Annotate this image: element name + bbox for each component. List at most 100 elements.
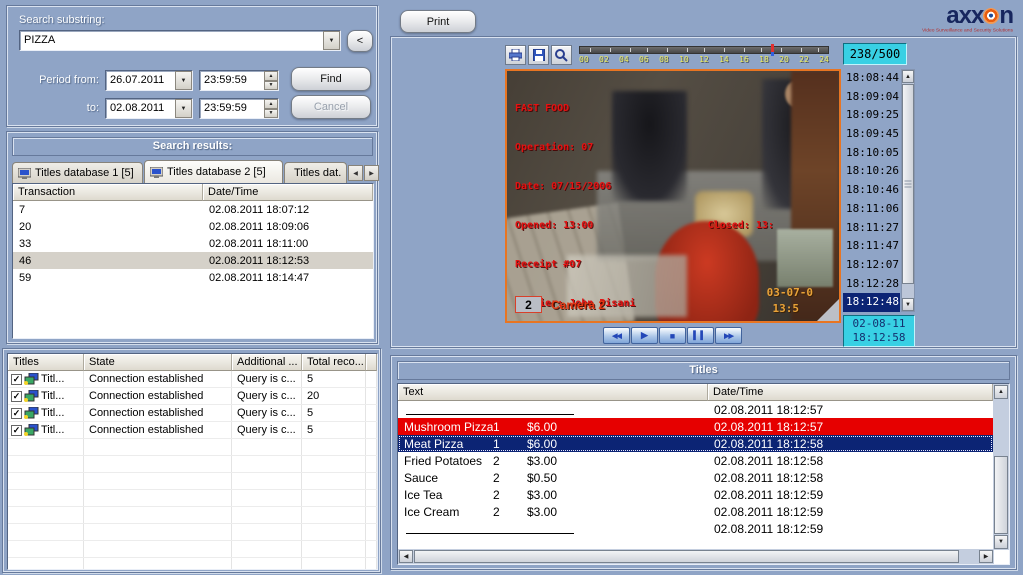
timestamp-item[interactable]: 18:08:44 [843,69,900,88]
spin-down-icon[interactable]: ▼ [264,81,278,91]
play-button[interactable]: ▶ [631,327,658,344]
scrollbar-thumb[interactable] [414,550,959,563]
cell-datetime: 02.08.2011 18:12:59 [708,488,993,502]
timestamp-item[interactable]: 18:10:05 [843,144,900,163]
pause-icon: ▍▍ [693,331,707,340]
titles-horizontal-scrollbar[interactable]: ◀ ▶ [398,549,994,564]
dropdown-button[interactable]: ▼ [175,71,192,90]
scroll-down-button[interactable]: ▼ [902,298,914,311]
rewind-button[interactable]: ◀◀ [603,327,630,344]
stop-button[interactable]: ■ [659,327,686,344]
tab-scroll-left-button[interactable]: ◀ [348,165,363,181]
checkbox-checked[interactable]: ✓ [11,391,22,402]
save-frame-button[interactable] [528,45,549,65]
history-back-button[interactable]: < [347,30,373,52]
table-row[interactable]: ✓Titl... Connection established Query is… [8,422,377,439]
search-substring-value[interactable]: PIZZA [20,31,323,50]
dropdown-button[interactable]: ▼ [175,99,192,118]
tab-titles-database-1[interactable]: Titles database 1 [5] [12,162,143,183]
spin-up-icon[interactable]: ▲ [264,71,278,81]
tab-titles-database-2[interactable]: Titles database 2 [5] [144,160,283,183]
table-row-selected[interactable]: 4602.08.2011 18:12:53 [13,252,373,269]
column-header-state[interactable]: State [84,354,232,371]
timeline-ruler[interactable]: 00020406081012141618202224 [579,46,829,64]
column-header-transaction[interactable]: Transaction [13,184,203,201]
from-time-value[interactable]: 23:59:59 [200,71,264,90]
tab-scroll-right-button[interactable]: ▶ [364,165,379,181]
title-row-selected[interactable]: Meat Pizza1$6.00 02.08.2011 18:12:58 [398,435,993,452]
table-row[interactable]: 5902.08.2011 18:14:47 [13,269,373,286]
from-date-picker[interactable]: 26.07.2011 ▼ [105,70,193,91]
checkbox-checked[interactable]: ✓ [11,408,22,419]
scroll-down-button[interactable]: ▼ [994,535,1008,549]
to-date-picker[interactable]: 02.08.2011 ▼ [105,98,193,119]
timeline-position-marker[interactable] [771,44,774,52]
titles-vertical-scrollbar[interactable]: ▲ ▼ [993,384,1009,550]
print-button[interactable]: Print [400,10,476,33]
scroll-left-button[interactable]: ◀ [399,550,413,563]
dropdown-button[interactable]: ▼ [323,31,340,50]
scroll-up-button[interactable]: ▲ [994,385,1008,399]
column-header-datetime[interactable]: Date/Time [708,384,993,401]
fast-forward-button[interactable]: ▶▶ [715,327,742,344]
title-row[interactable]: 02.08.2011 18:12:59 [398,520,993,537]
tab-titles-database-3[interactable]: Titles dat. [284,162,347,183]
table-row[interactable]: ✓Titl... Connection established Query is… [8,371,377,388]
table-row[interactable]: ✓Titl... Connection established Query is… [8,388,377,405]
print-button-label: Print [427,16,450,28]
title-row-highlighted[interactable]: Mushroom Pizza1$6.00 02.08.2011 18:12:57 [398,418,993,435]
timestamp-item[interactable]: 18:11:47 [843,237,900,256]
pause-button[interactable]: ▍▍ [687,327,714,344]
column-header-total[interactable]: Total reco... [302,354,366,371]
resize-grip-icon[interactable] [817,299,839,321]
scrollbar-thumb[interactable] [994,456,1008,534]
checkbox-checked[interactable]: ✓ [11,374,22,385]
timestamp-item[interactable]: 18:12:28 [843,275,900,294]
to-time-spinner[interactable]: 23:59:59 ▲ ▼ [199,98,279,119]
title-row[interactable]: Ice Cream2$3.00 02.08.2011 18:12:59 [398,503,993,520]
table-row[interactable]: ✓Titl... Connection established Query is… [8,405,377,422]
timeline-bar[interactable] [579,46,829,54]
zoom-frame-button[interactable] [551,45,572,65]
spinner-buttons[interactable]: ▲ ▼ [264,71,278,90]
table-row[interactable]: 2002.08.2011 18:09:06 [13,218,373,235]
column-header-datetime[interactable]: Date/Time [203,184,373,201]
table-row[interactable]: 3302.08.2011 18:11:00 [13,235,373,252]
timestamps-scrollbar[interactable]: ▲ ▼ [901,69,915,312]
title-row[interactable]: Ice Tea2$3.00 02.08.2011 18:12:59 [398,486,993,503]
spin-up-icon[interactable]: ▲ [264,99,278,109]
to-date-value[interactable]: 02.08.2011 [106,99,175,118]
title-row[interactable]: 02.08.2011 18:12:57 [398,401,993,418]
column-header-additional[interactable]: Additional ... [232,354,302,371]
video-frame[interactable]: FAST FOOD Operation: 07 Date: 07/15/2006… [505,69,841,323]
timestamp-item[interactable]: 18:09:45 [843,125,900,144]
timestamp-item-selected[interactable]: 18:12:48 [843,293,900,312]
scrollbar-thumb[interactable] [902,84,914,284]
from-time-spinner[interactable]: 23:59:59 ▲ ▼ [199,70,279,91]
search-substring-combobox[interactable]: PIZZA ▼ [19,30,341,51]
timestamp-item[interactable]: 18:09:04 [843,88,900,107]
title-row[interactable]: Sauce2$0.50 02.08.2011 18:12:58 [398,469,993,486]
find-button[interactable]: Find [291,67,371,91]
spin-down-icon[interactable]: ▼ [264,109,278,119]
table-row[interactable]: 702.08.2011 18:07:12 [13,201,373,218]
scroll-right-button[interactable]: ▶ [979,550,993,563]
print-frame-button[interactable] [505,45,526,65]
to-time-value[interactable]: 23:59:59 [200,99,264,118]
timestamp-item[interactable]: 18:11:27 [843,219,900,238]
timestamp-item[interactable]: 18:12:07 [843,256,900,275]
current-date: 02-08-11 [853,317,906,331]
column-header-text[interactable]: Text [398,384,708,401]
empty-row [8,507,377,524]
spinner-buttons[interactable]: ▲ ▼ [264,99,278,118]
timestamp-item[interactable]: 18:10:46 [843,181,900,200]
checkbox-checked[interactable]: ✓ [11,425,22,436]
scroll-up-button[interactable]: ▲ [902,70,914,83]
timestamp-item[interactable]: 18:11:06 [843,200,900,219]
title-row[interactable]: Fried Potatoes2$3.00 02.08.2011 18:12:58 [398,452,993,469]
cancel-button[interactable]: Cancel [291,95,371,119]
column-header-titles[interactable]: Titles [8,354,84,371]
timestamp-item[interactable]: 18:09:25 [843,106,900,125]
from-date-value[interactable]: 26.07.2011 [106,71,175,90]
timestamp-item[interactable]: 18:10:26 [843,162,900,181]
